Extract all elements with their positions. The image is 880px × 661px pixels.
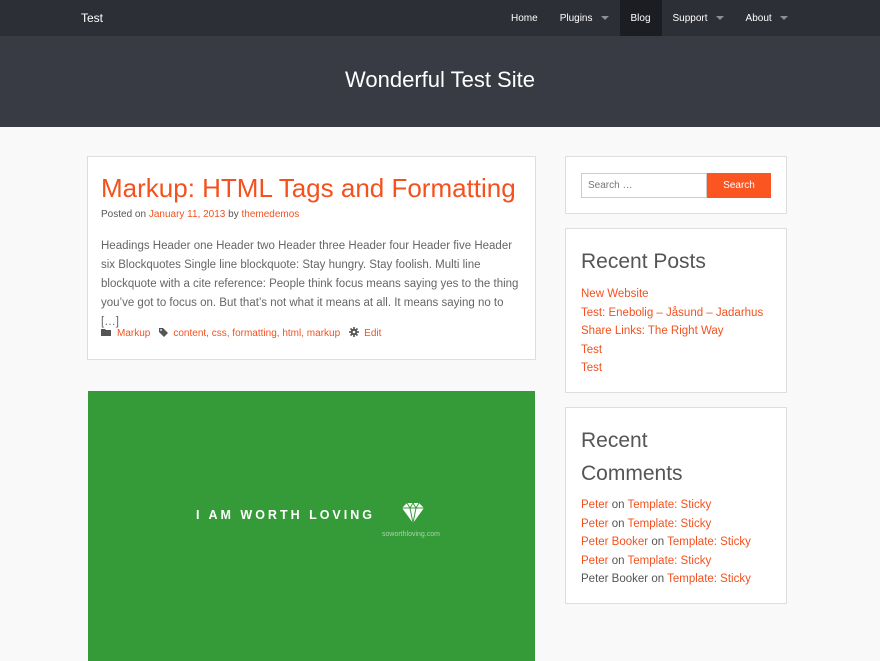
list-item: Peter on Template: Sticky: [581, 515, 751, 534]
recent-post-link[interactable]: Test: [581, 362, 602, 374]
search-button[interactable]: Search: [707, 173, 771, 198]
on-label: on: [651, 536, 665, 549]
tag-link[interactable]: html: [282, 328, 301, 339]
gear-icon: [349, 327, 360, 340]
list-item: Test: Enebolig – Jåsund – Jadarhus: [581, 304, 763, 323]
post-footer: Markup content, css, formatting, html, m…: [101, 327, 390, 340]
comment-post-link[interactable]: Template: Sticky: [628, 518, 712, 530]
comment-post-link[interactable]: Template: Sticky: [667, 573, 751, 585]
site-title: Wonderful Test Site: [345, 67, 535, 92]
site-header: Wonderful Test Site: [0, 36, 880, 127]
post-excerpt: Headings Header one Header two Header th…: [101, 240, 519, 328]
nav-item-label: Plugins: [559, 12, 593, 24]
featured-image[interactable]: [88, 391, 535, 661]
recent-post-link[interactable]: Test: [581, 344, 602, 356]
by-label: by: [228, 209, 239, 220]
list-item: Peter Booker on Template: Sticky: [581, 533, 751, 552]
nav-item-home[interactable]: Home: [500, 0, 549, 36]
comment-author: Peter Booker: [581, 573, 649, 586]
tag-link[interactable]: formatting: [232, 328, 276, 339]
top-navbar: Test Home Plugins Blog Support About: [0, 0, 880, 36]
caret-down-icon: [779, 16, 788, 20]
widget-title: Recent Posts: [581, 250, 706, 273]
recent-post-link[interactable]: New Website: [581, 288, 649, 300]
comment-post-link[interactable]: Template: Sticky: [628, 555, 712, 567]
on-label: on: [611, 499, 625, 511]
post-author-link[interactable]: themedemos: [242, 209, 300, 220]
list-item: Share Links: The Right Way: [581, 322, 763, 341]
on-label: on: [611, 517, 625, 530]
tag-link[interactable]: css: [212, 328, 227, 339]
widget-title-line: Recent: [581, 429, 648, 452]
post-card: Markup: HTML Tags and Formatting Posted …: [87, 156, 536, 360]
search-input[interactable]: [581, 173, 707, 198]
caret-down-icon: [715, 16, 724, 20]
on-label: on: [651, 573, 665, 586]
recent-comments-widget: Recent Comments Peter on Template: Stick…: [565, 407, 787, 604]
featured-image-caption: I AM WORTH LOVING: [196, 508, 375, 522]
diamond-heart-icon: [401, 502, 425, 527]
list-item: Test: [581, 341, 763, 360]
tag-link[interactable]: markup: [307, 328, 340, 339]
nav-item-label: Home: [511, 12, 538, 24]
recent-posts-list: New Website Test: Enebolig – Jåsund – Ja…: [581, 285, 763, 378]
recent-posts-widget: Recent Posts New Website Test: Enebolig …: [565, 228, 787, 393]
comment-post-link[interactable]: Template: Sticky: [667, 536, 751, 548]
nav-item-plugins[interactable]: Plugins: [549, 0, 620, 36]
nav-item-label: About: [745, 12, 772, 24]
post-meta: Posted on January 11, 2013 by themedemos: [101, 209, 299, 220]
comment-author-link[interactable]: Peter: [581, 499, 609, 511]
widget-title-line: Comments: [581, 462, 683, 485]
posted-on-label: Posted on: [101, 209, 147, 220]
nav-item-support[interactable]: Support: [662, 0, 735, 36]
post-title-link[interactable]: Markup: HTML Tags and Formatting: [101, 173, 516, 204]
tag-link[interactable]: content: [173, 328, 206, 339]
edit-link[interactable]: Edit: [364, 328, 381, 339]
category-link[interactable]: Markup: [117, 328, 150, 339]
comment-author-link[interactable]: Peter: [581, 555, 609, 567]
nav-item-about[interactable]: About: [735, 0, 799, 36]
recent-post-link[interactable]: Share Links: The Right Way: [581, 325, 724, 337]
nav-item-label: Support: [672, 12, 708, 24]
featured-image-url: soworthloving.com: [382, 531, 440, 538]
recent-post-link[interactable]: Test: Enebolig – Jåsund – Jadarhus: [581, 307, 763, 319]
caret-down-icon: [600, 16, 609, 20]
site-brand-link[interactable]: Test: [81, 11, 103, 25]
on-label: on: [611, 554, 625, 567]
post-date-link[interactable]: January 11, 2013: [149, 209, 226, 220]
list-item: Peter Booker on Template: Sticky: [581, 570, 751, 589]
list-item: Test: [581, 359, 763, 378]
folder-icon: [101, 328, 112, 340]
recent-comments-list: Peter on Template: Sticky Peter on Templ…: [581, 496, 751, 589]
comment-author-link[interactable]: Peter: [581, 518, 609, 530]
list-item: New Website: [581, 285, 763, 304]
nav-item-label: Blog: [630, 12, 651, 24]
tag-icon: [159, 327, 169, 340]
widget-title: Recent Comments: [581, 424, 683, 490]
search-widget: Search: [565, 156, 787, 214]
list-item: Peter on Template: Sticky: [581, 552, 751, 571]
main-menu: Home Plugins Blog Support About: [500, 0, 799, 36]
comment-author-link[interactable]: Peter Booker: [581, 536, 648, 548]
list-item: Peter on Template: Sticky: [581, 496, 751, 515]
comment-post-link[interactable]: Template: Sticky: [628, 499, 712, 511]
nav-item-blog[interactable]: Blog: [619, 0, 662, 36]
